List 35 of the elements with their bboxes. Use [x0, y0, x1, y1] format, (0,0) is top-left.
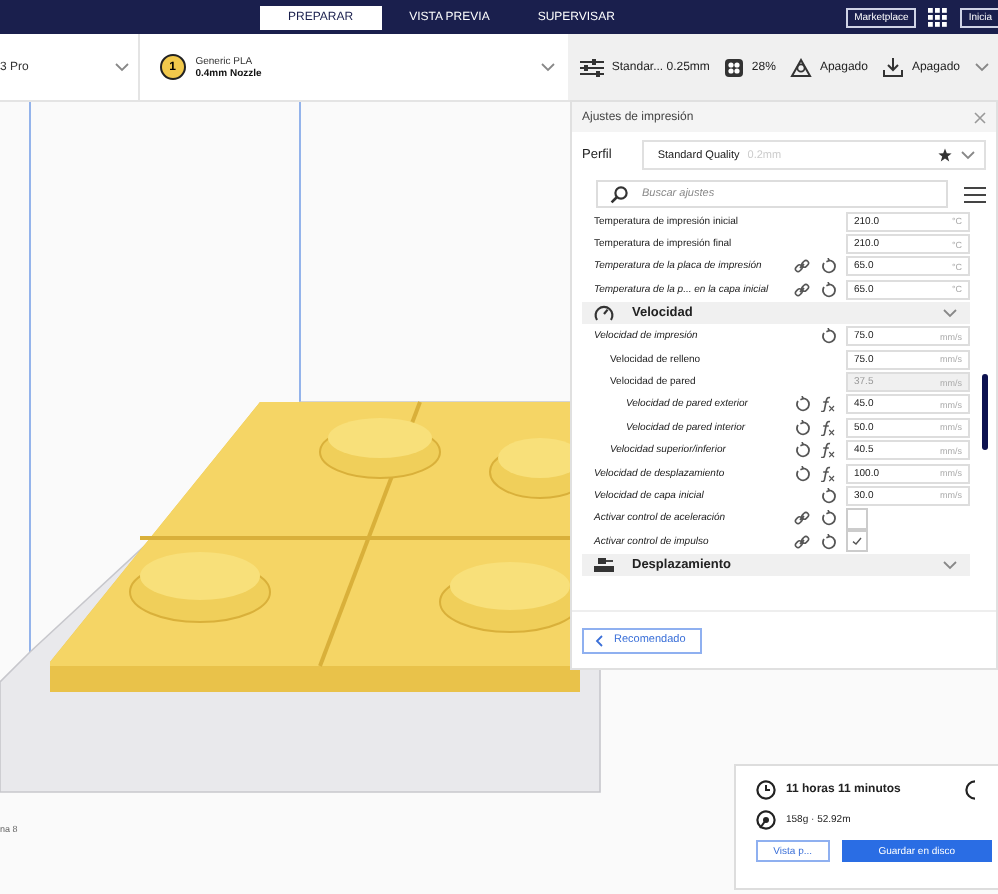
chevron-down-icon — [960, 148, 976, 162]
link-icon[interactable] — [794, 281, 810, 298]
reset-icon[interactable] — [820, 510, 836, 527]
search-icon — [610, 185, 628, 203]
chevron-left-icon — [594, 633, 604, 647]
link-icon[interactable] — [794, 258, 810, 275]
apps-grid-icon[interactable] — [928, 7, 949, 27]
chevron-down-icon — [539, 60, 556, 74]
close-icon[interactable] — [974, 111, 986, 123]
reset-icon[interactable] — [820, 487, 836, 504]
chevron-down-icon — [974, 60, 990, 74]
reset-icon[interactable] — [794, 442, 810, 459]
reset-icon[interactable] — [820, 533, 836, 550]
link-icon[interactable] — [794, 510, 810, 527]
support-icon — [789, 57, 812, 77]
chevron-down-icon — [113, 60, 130, 74]
menu-icon[interactable] — [964, 185, 986, 203]
chevron-down-icon — [942, 557, 958, 572]
checkbox[interactable] — [846, 507, 868, 530]
reset-icon[interactable] — [820, 328, 836, 345]
scrollbar[interactable] — [982, 374, 988, 450]
spool-icon — [756, 810, 776, 830]
nozzle-travel-icon — [594, 555, 614, 574]
sliders-icon — [579, 57, 604, 77]
chevron-down-icon — [942, 306, 958, 321]
checkbox[interactable] — [846, 530, 868, 553]
infill-icon — [723, 57, 744, 77]
reset-icon[interactable] — [820, 281, 836, 298]
clock-icon — [756, 780, 776, 800]
speedometer-icon — [594, 304, 614, 323]
star-icon — [938, 148, 952, 162]
link-icon[interactable] — [794, 533, 810, 550]
reset-icon[interactable] — [820, 258, 836, 275]
reset-icon[interactable] — [794, 465, 810, 482]
adhesion-icon — [881, 57, 904, 77]
